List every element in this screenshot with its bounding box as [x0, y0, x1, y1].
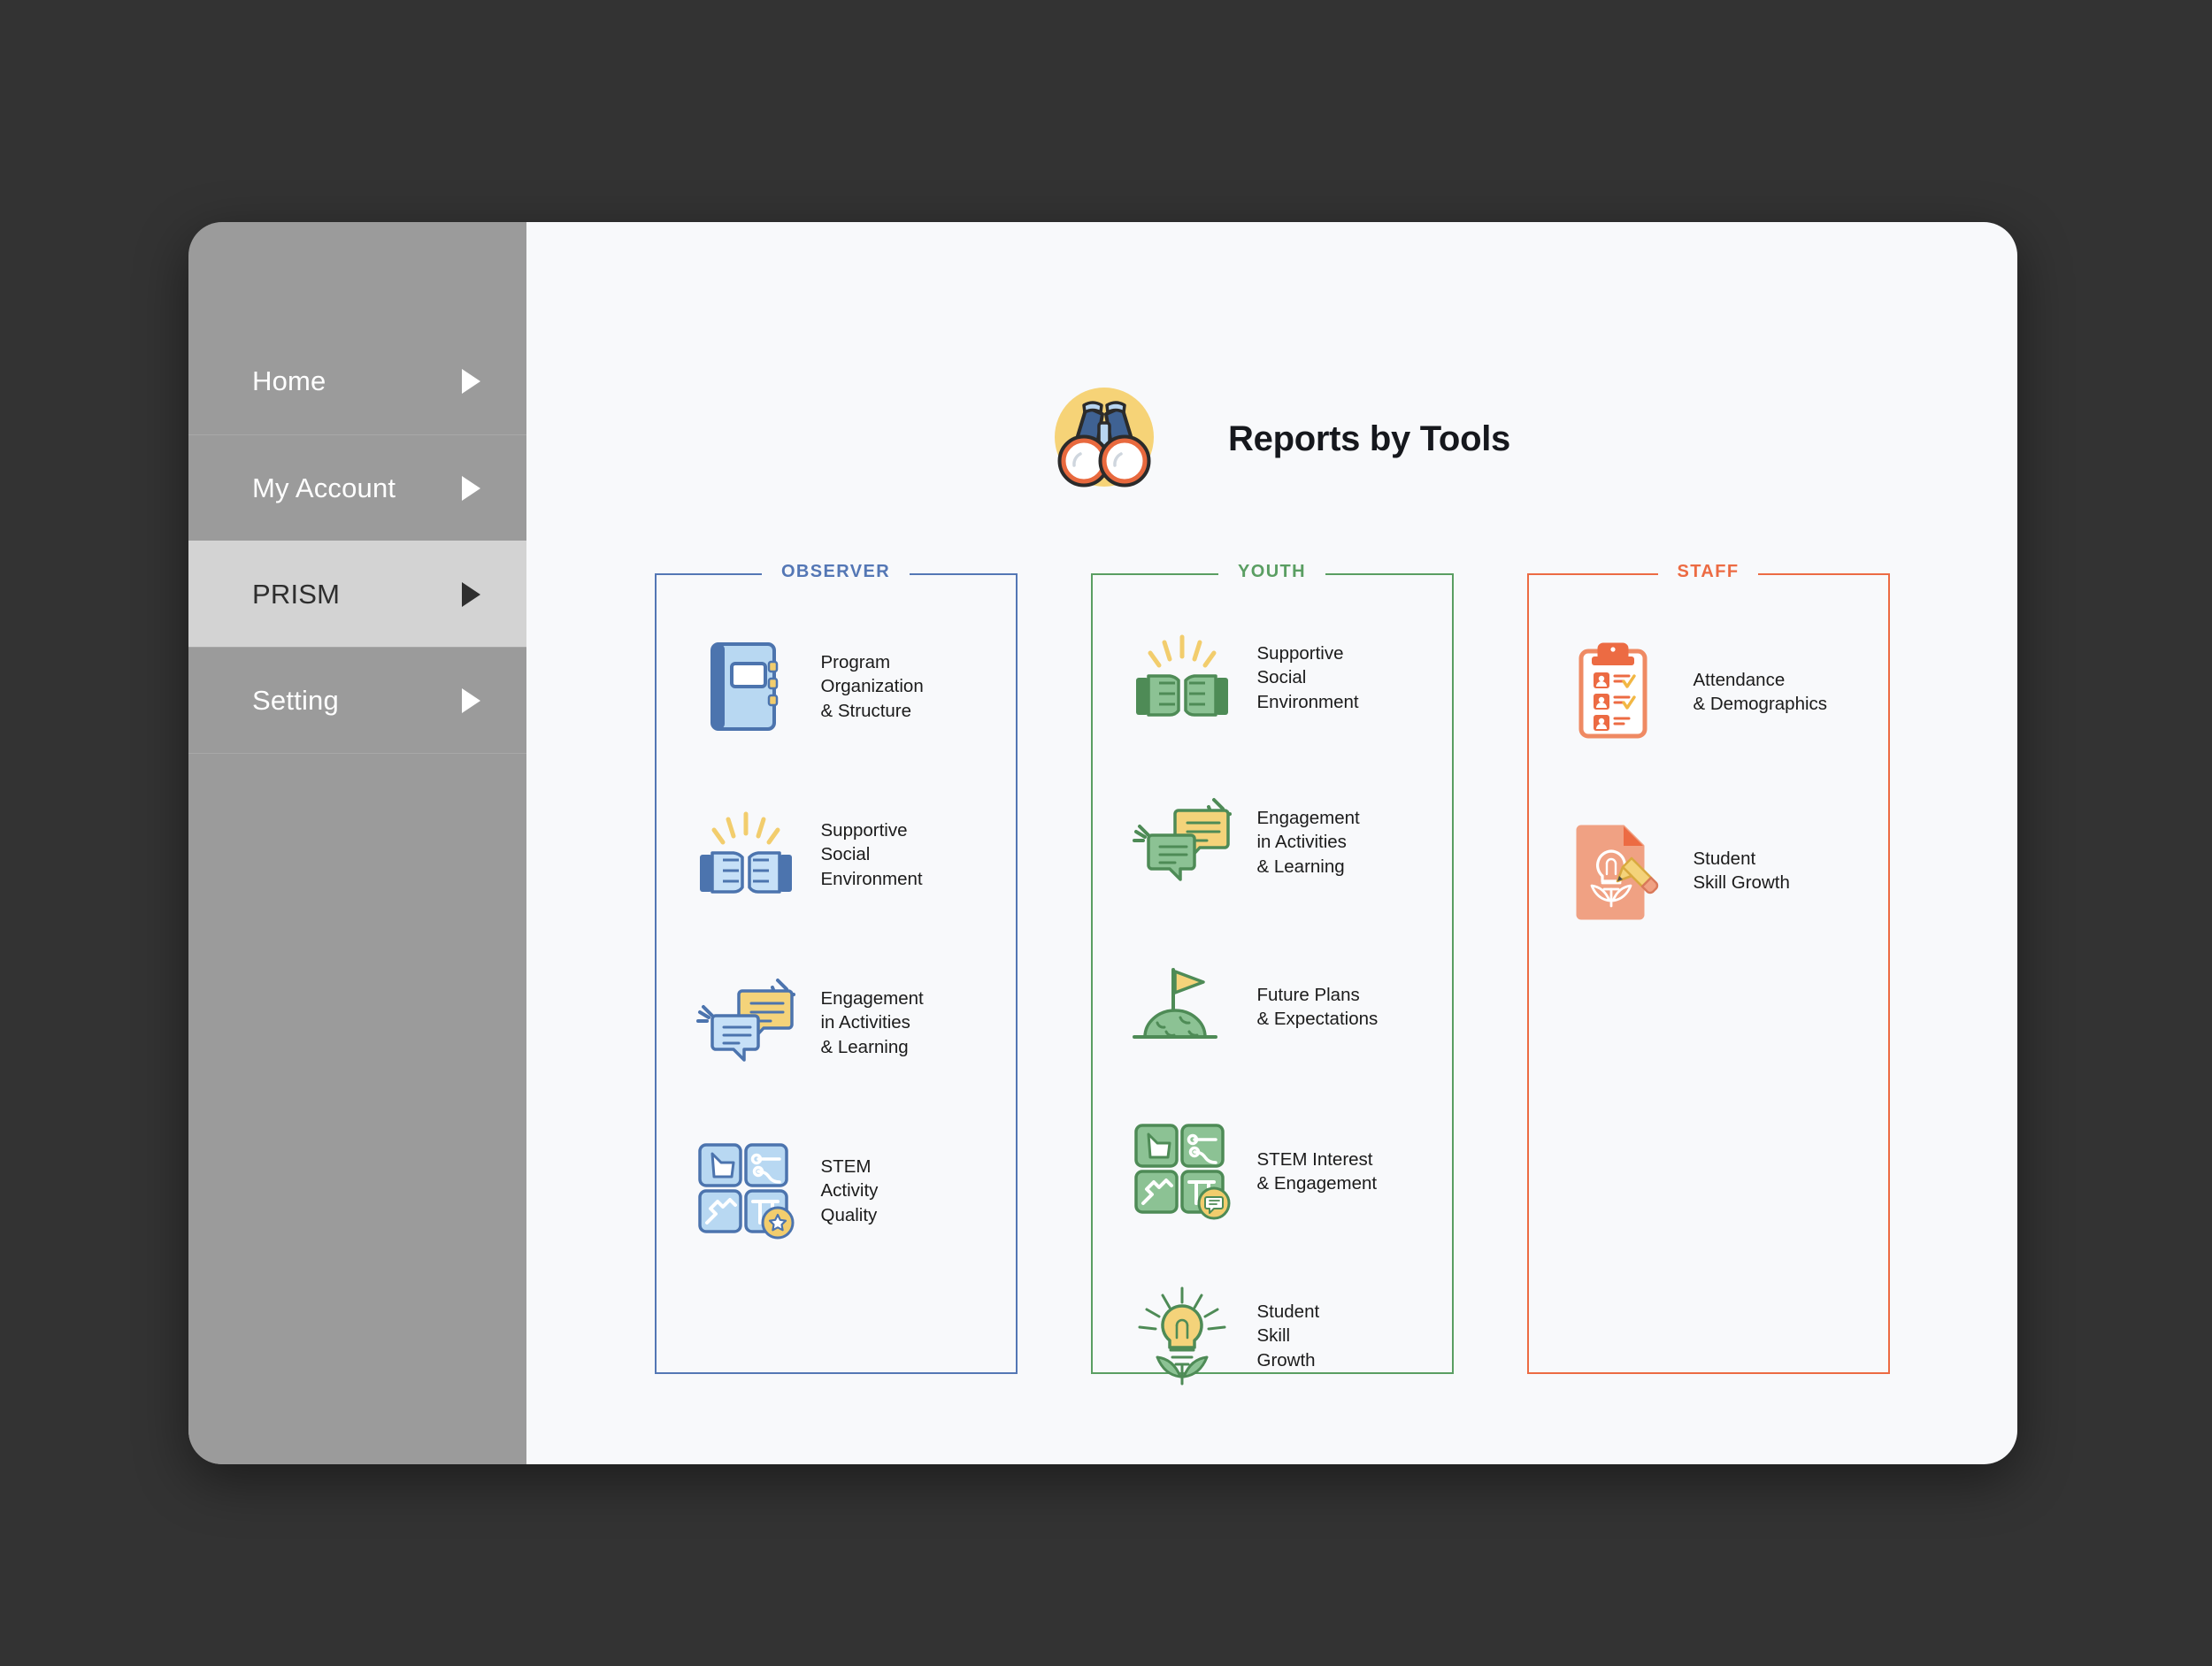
- tool-label: Engagement in Activities & Learning: [820, 988, 924, 1057]
- staff-tool-list: Attendance & Demographics Student Skill …: [1527, 573, 1890, 1374]
- main-content: Reports by Tools OBSERVER Program Organi…: [526, 222, 2017, 1464]
- chevron-right-icon: [462, 475, 480, 501]
- sidebar-item-prism[interactable]: PRISM: [188, 541, 526, 647]
- flag-hill-icon: [1130, 955, 1234, 1059]
- tool-item-student-skill-growth[interactable]: Student Skill Growth: [1566, 803, 1874, 938]
- tool-item-attendance-demographics[interactable]: Attendance & Demographics: [1566, 625, 1874, 759]
- notebook-icon: [694, 634, 798, 739]
- tool-label: STEM Interest & Engagement: [1256, 1148, 1378, 1194]
- sidebar: Home My Account PRISM Setting: [188, 222, 526, 1464]
- observer-card: OBSERVER Program Organization & Structur…: [654, 562, 1018, 1374]
- sidebar-item-label: PRISM: [252, 578, 341, 610]
- tool-label: STEM Activity Quality: [820, 1156, 879, 1225]
- tool-label: Supportive Social Environment: [820, 820, 923, 889]
- lightbulb-plant-icon: [1130, 1284, 1234, 1388]
- chevron-right-icon: [462, 369, 480, 394]
- speech-bubbles-icon: [1130, 790, 1234, 894]
- tool-label: Supportive Social Environment: [1256, 643, 1359, 712]
- tool-item-engagement-in-activities[interactable]: Engagement in Activities & Learning: [1130, 775, 1438, 910]
- tool-item-student-skill-growth[interactable]: Student Skill Growth: [1130, 1269, 1438, 1403]
- sidebar-item-label: Home: [252, 365, 326, 396]
- page-header: Reports by Tools: [526, 368, 2017, 510]
- sidebar-item-label: My Account: [252, 472, 396, 503]
- youth-tool-list: Supportive Social Environment Engagement…: [1091, 573, 1454, 1386]
- app-window: Home My Account PRISM Setting Reports by…: [188, 222, 2017, 1464]
- stem-quad-star-icon: [694, 1139, 798, 1243]
- chevron-right-icon: [462, 581, 480, 607]
- sidebar-empty-area: [188, 753, 526, 1464]
- tool-columns: OBSERVER Program Organization & Structur…: [526, 562, 2017, 1386]
- tool-item-future-plans[interactable]: Future Plans & Expectations: [1130, 940, 1438, 1074]
- clipboard-roster-icon: [1566, 640, 1671, 744]
- tool-label: Student Skill Growth: [1693, 848, 1790, 893]
- tool-item-engagement-in-activities[interactable]: Engagement in Activities & Learning: [694, 956, 1002, 1090]
- tool-item-supportive-social-environment[interactable]: Supportive Social Environment: [1130, 610, 1438, 745]
- speech-bubbles-icon: [694, 971, 798, 1075]
- tool-item-stem-activity-quality[interactable]: STEM Activity Quality: [694, 1124, 1002, 1258]
- youth-card: YOUTH Supportive Social Environment Enga…: [1090, 562, 1454, 1386]
- chevron-right-icon: [462, 687, 480, 713]
- tool-label: Future Plans & Expectations: [1256, 984, 1379, 1029]
- tool-item-supportive-social-environment[interactable]: Supportive Social Environment: [694, 787, 1002, 922]
- tool-label: Program Organization & Structure: [820, 652, 924, 721]
- stem-quad-chat-icon: [1130, 1119, 1234, 1224]
- observer-tool-list: Program Organization & Structure Support…: [655, 573, 1018, 1374]
- sidebar-item-label: Setting: [252, 684, 339, 716]
- staff-card: STAFF Attendance & Demographics Student …: [1526, 562, 1890, 1374]
- sidebar-item-home[interactable]: Home: [188, 328, 526, 434]
- binoculars-icon: [1033, 368, 1175, 510]
- document-pencil-bulb-icon: [1566, 818, 1671, 923]
- tool-label: Attendance & Demographics: [1693, 669, 1828, 714]
- tool-label: Engagement in Activities & Learning: [1256, 808, 1360, 877]
- page-title: Reports by Tools: [1228, 418, 1510, 458]
- tool-item-program-organization[interactable]: Program Organization & Structure: [694, 619, 1002, 754]
- fist-bump-icon: [1130, 626, 1234, 730]
- sidebar-item-setting[interactable]: Setting: [188, 647, 526, 753]
- fist-bump-icon: [694, 802, 798, 907]
- desktop-background: Home My Account PRISM Setting Reports by…: [0, 0, 2212, 1666]
- sidebar-item-my-account[interactable]: My Account: [188, 434, 526, 541]
- tool-item-stem-interest[interactable]: STEM Interest & Engagement: [1130, 1104, 1438, 1239]
- tool-label: Student Skill Growth: [1256, 1301, 1320, 1370]
